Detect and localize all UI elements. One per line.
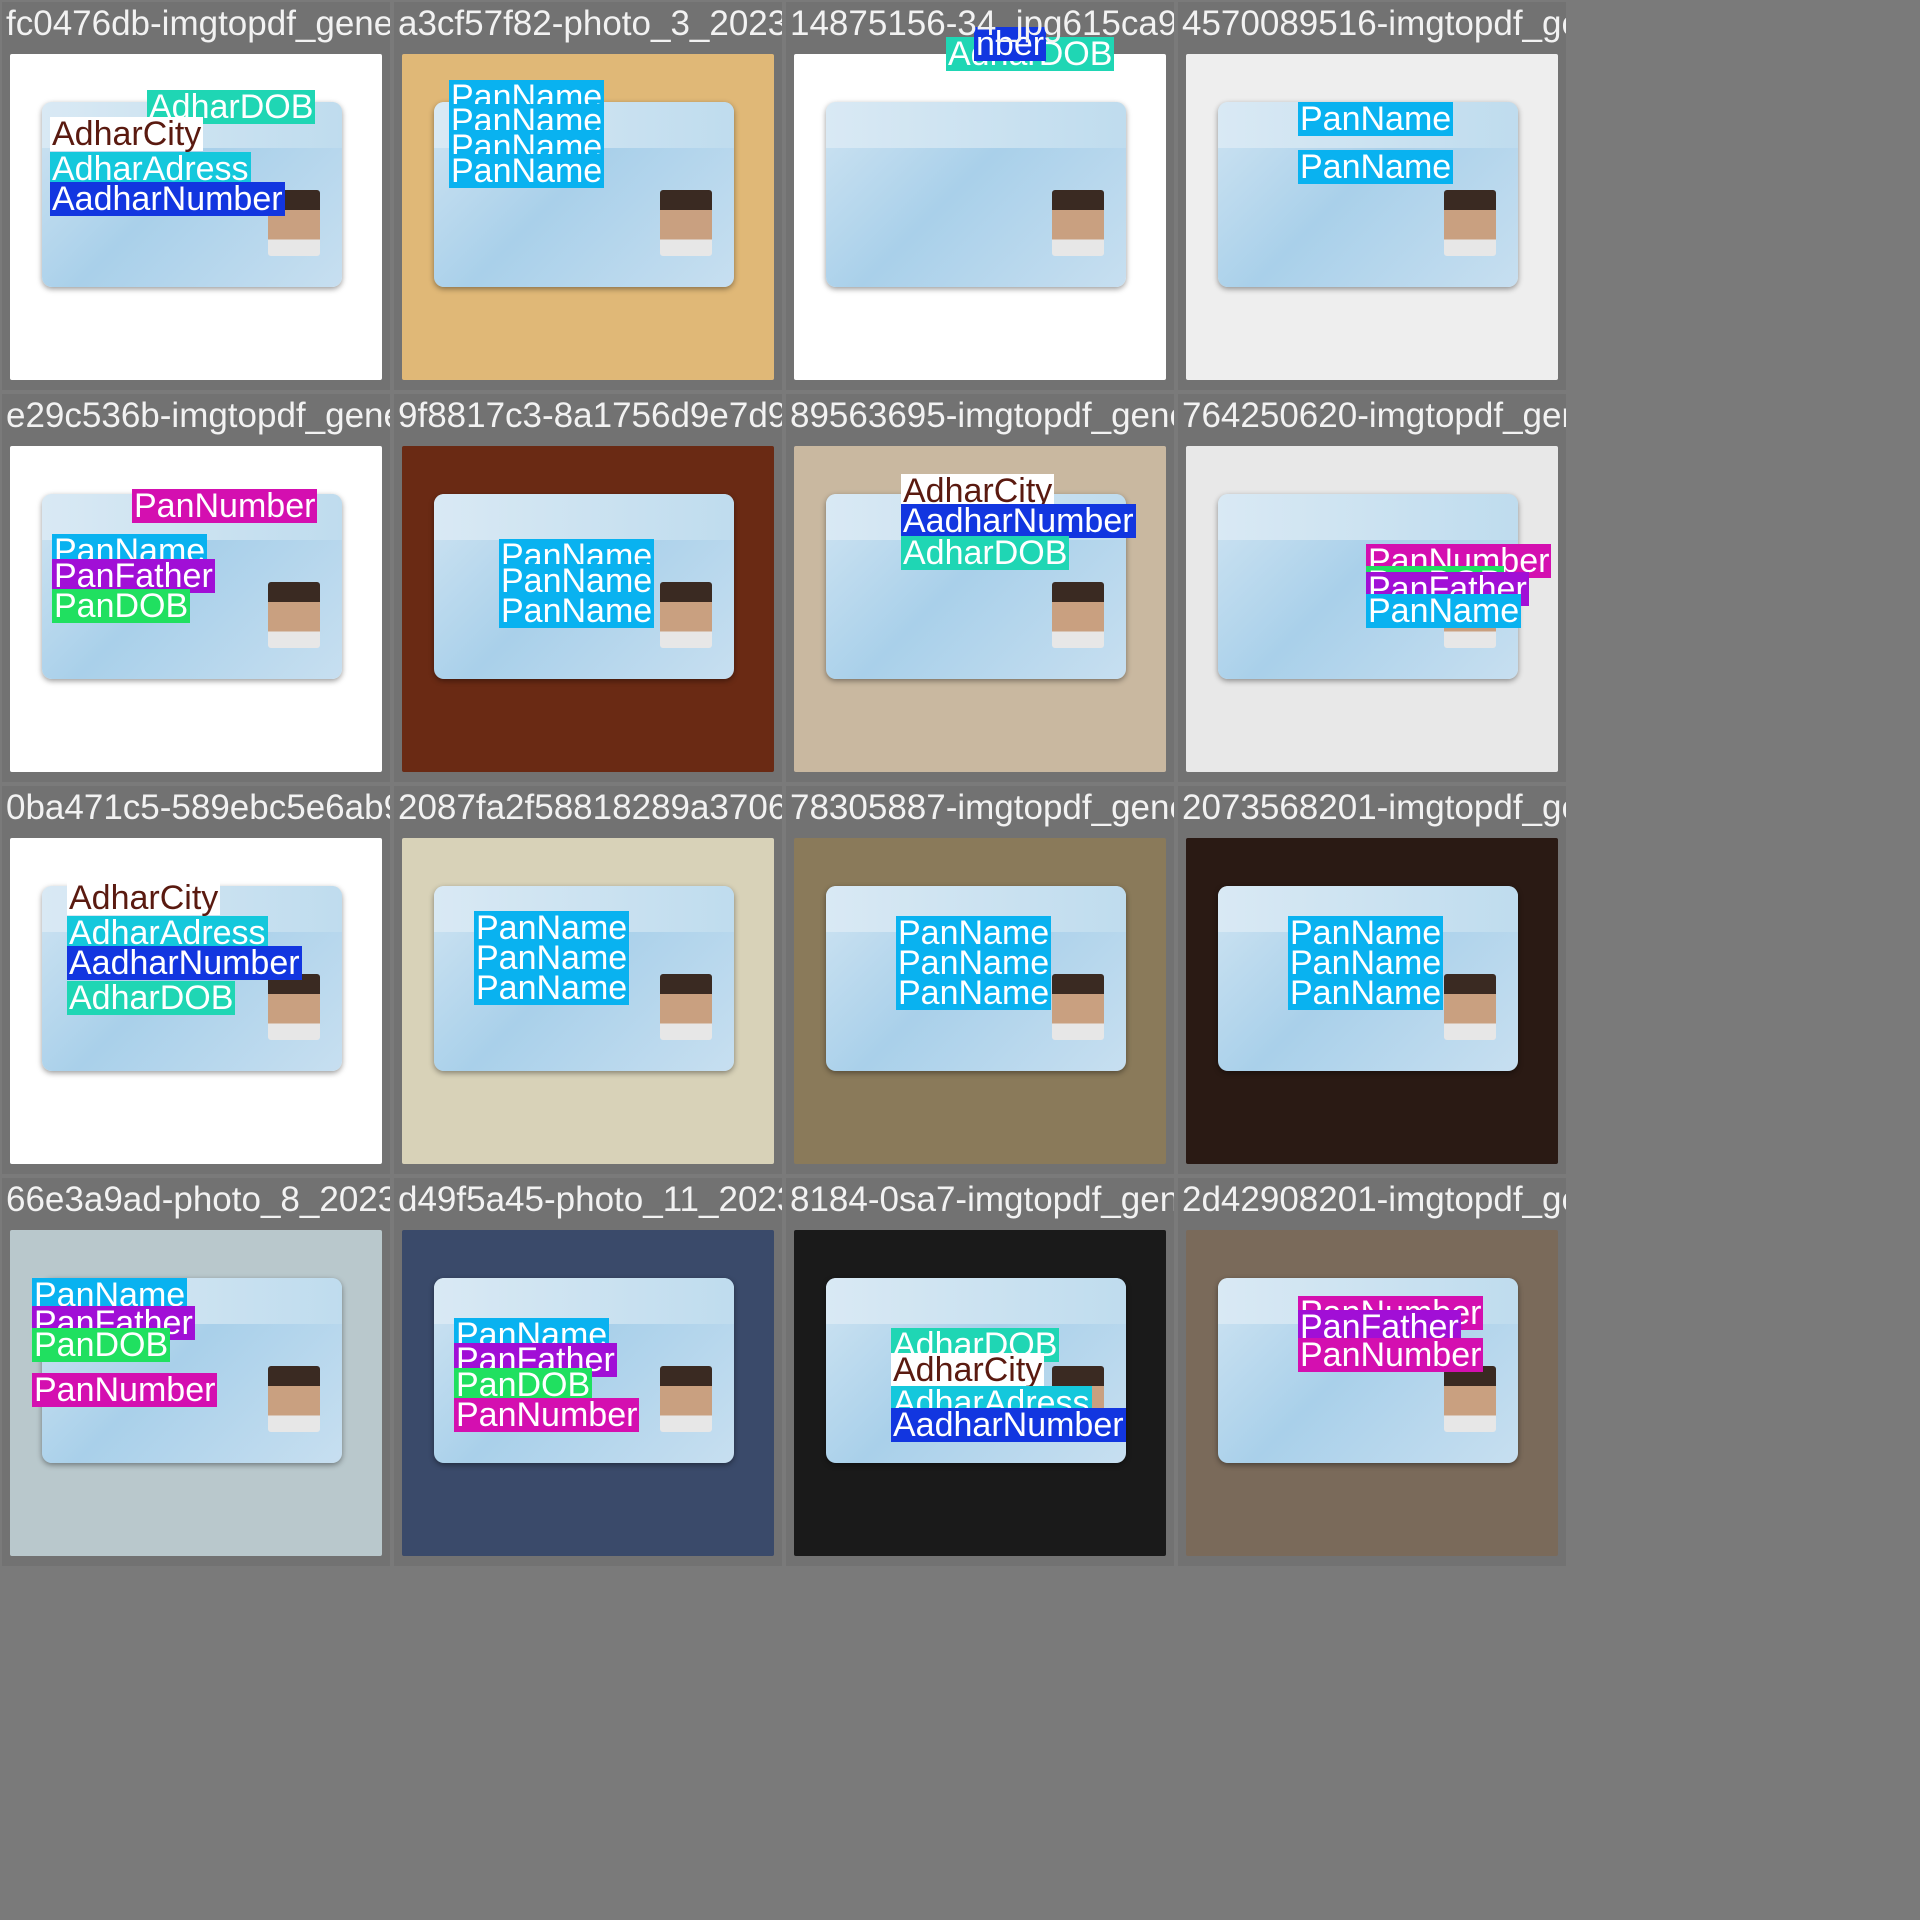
card-portrait bbox=[660, 974, 712, 1040]
detection-label: PanName bbox=[499, 592, 655, 630]
card-portrait bbox=[660, 190, 712, 256]
detection-label: PanName bbox=[474, 969, 630, 1007]
detection-label: AadharNumber bbox=[891, 1406, 1126, 1444]
tile-filename: 9f8817c3-8a1756d9e7d9ff2737 bbox=[398, 396, 782, 435]
image-tile: 4570089516-imgtopdf_generate PanName PanNa… bbox=[1178, 2, 1566, 390]
detection-label: PanName bbox=[1298, 100, 1454, 138]
image-tile: a3cf57f82-photo_3_2023-07-14PanNamePanNa… bbox=[394, 2, 782, 390]
image-tile: 2087fa2f58818289a37060daPanNamePanNamePa… bbox=[394, 786, 782, 1174]
detection-label: PanNumber bbox=[32, 1371, 218, 1409]
detection-mosaic-grid: fc0476db-imgtopdf_generated_25082023100 A… bbox=[0, 0, 1920, 1920]
detection-label: AdharDOB bbox=[67, 979, 236, 1017]
card-portrait bbox=[1444, 974, 1496, 1040]
image-tile: 2073568201-imgtopdf_generatPanNamePanNam… bbox=[1178, 786, 1566, 1174]
detection-label: AdharCity bbox=[50, 115, 204, 153]
tile-filename: 78305887-imgtopdf_generate bbox=[790, 788, 1174, 827]
tile-filename: fc0476db-imgtopdf_generated_25082023100 bbox=[6, 4, 390, 43]
detection-label: PanDOB bbox=[32, 1326, 171, 1364]
detection-label: PanName bbox=[896, 974, 1052, 1012]
image-tile: 66e3a9ad-photo_8_2023-07-1PanNamePanFath… bbox=[2, 1178, 390, 1566]
tile-filename: a3cf57f82-photo_3_2023-07-14 bbox=[398, 4, 782, 43]
detection-label: PanNumber bbox=[132, 487, 318, 525]
card-portrait bbox=[1444, 1366, 1496, 1432]
card-portrait bbox=[660, 582, 712, 648]
card-portrait bbox=[268, 974, 320, 1040]
image-tile: 89563695-imgtopdf_generateAdharCityAadha… bbox=[786, 394, 1174, 782]
tile-filename: 0ba471c5-589ebc5e6ab941f067fa2f58 bbox=[6, 788, 390, 827]
card-portrait bbox=[1444, 190, 1496, 256]
image-tile: 78305887-imgtopdf_generatePanNamePanName… bbox=[786, 786, 1174, 1174]
image-tile: d49f5a45-photo_11_2023-07PanNamePanFathe… bbox=[394, 1178, 782, 1566]
detection-label: AadharNumber bbox=[901, 502, 1136, 540]
detection-label: AadharNumber bbox=[50, 180, 285, 218]
tile-filename: d49f5a45-photo_11_2023-07 bbox=[398, 1180, 782, 1219]
detection-label: PanNumber bbox=[454, 1396, 640, 1434]
tile-filename: 89563695-imgtopdf_generate bbox=[790, 396, 1174, 435]
detection-label: PanName bbox=[1288, 974, 1444, 1012]
image-tile: fc0476db-imgtopdf_generated_25082023100 A… bbox=[2, 2, 390, 390]
detection-label: PanNumber bbox=[1298, 1336, 1484, 1374]
image-tile: e29c536b-imgtopdf_generated_2708202 PanNu… bbox=[2, 394, 390, 782]
tile-filename: 4570089516-imgtopdf_generate bbox=[1182, 4, 1566, 43]
image-tile: 14875156-34_jpg615ca92a7AdharDOBnber bbox=[786, 2, 1174, 390]
tile-filename: 66e3a9ad-photo_8_2023-07-1 bbox=[6, 1180, 390, 1219]
tile-filename: 764250620-imgtopdf_generat bbox=[1182, 396, 1566, 435]
detection-label: PanDOB bbox=[52, 587, 191, 625]
card-portrait bbox=[268, 582, 320, 648]
detection-label: AdharCity bbox=[891, 1351, 1045, 1389]
tile-filename: e29c536b-imgtopdf_generated_2708202 bbox=[6, 396, 390, 435]
tile-filename: 2087fa2f58818289a37060da bbox=[398, 788, 782, 827]
card-portrait bbox=[1052, 974, 1104, 1040]
tile-filename: 14875156-34_jpg615ca92a7 bbox=[790, 4, 1174, 43]
detection-label: PanName bbox=[1298, 148, 1454, 186]
tile-filename: 2d42908201-imgtopdf_generate bbox=[1182, 1180, 1566, 1219]
tile-filename: 2073568201-imgtopdf_generat bbox=[1182, 788, 1566, 827]
detection-label: PanName bbox=[1366, 592, 1522, 630]
card-portrait bbox=[1052, 190, 1104, 256]
detection-label: AdharCity bbox=[67, 879, 221, 917]
id-card bbox=[826, 102, 1126, 287]
card-portrait bbox=[268, 1366, 320, 1432]
image-tile: 764250620-imgtopdf_generatPanNumberPanDO… bbox=[1178, 394, 1566, 782]
detection-label: PanName bbox=[449, 152, 605, 190]
detection-label: AadharNumber bbox=[67, 944, 302, 982]
image-tile: 0ba471c5-589ebc5e6ab941f067fa2f58 AdharCi… bbox=[2, 786, 390, 1174]
tile-filename: 8184-0sa7-imgtopdf_generat bbox=[790, 1180, 1174, 1219]
card-portrait bbox=[660, 1366, 712, 1432]
image-tile: 2d42908201-imgtopdf_generatePanNumberPan… bbox=[1178, 1178, 1566, 1566]
image-tile: 9f8817c3-8a1756d9e7d9ff2737PanNamePanNam… bbox=[394, 394, 782, 782]
image-tile: 8184-0sa7-imgtopdf_generatAdharDOBAdharC… bbox=[786, 1178, 1174, 1566]
card-portrait bbox=[1052, 582, 1104, 648]
detection-label: AdharDOB bbox=[901, 534, 1070, 572]
